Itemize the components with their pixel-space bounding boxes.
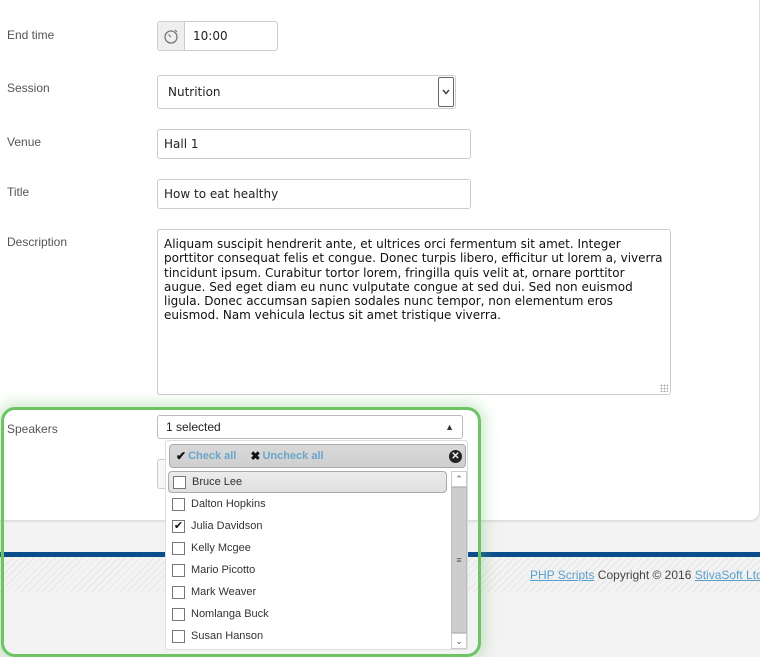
dropdown-header: ✔ Check all ✖ Uncheck all ✕	[169, 444, 466, 468]
description-textarea[interactable]: Aliquam suscipit hendrerit ante, et ultr…	[157, 229, 671, 395]
uncheck-all-label: Uncheck all	[262, 450, 324, 462]
checkbox[interactable]	[172, 585, 185, 599]
sort-arrows-icon: ▲︎	[445, 422, 454, 432]
speakers-options-list: Bruce Lee Dalton Hopkins ✔ Julia Davidson Ke…	[166, 471, 450, 647]
check-all-button[interactable]: ✔ Check all	[176, 449, 236, 463]
speaker-option[interactable]: Mario Picotto	[166, 559, 450, 581]
speaker-option[interactable]: ✔ Julia Davidson	[166, 515, 450, 537]
speaker-option[interactable]: Bruce Lee	[168, 471, 447, 493]
speaker-option-label: Dalton Hopkins	[191, 498, 266, 510]
checkbox[interactable]	[172, 541, 185, 555]
session-label: Session	[7, 81, 50, 95]
session-value: Nutrition	[168, 85, 221, 99]
check-all-label: Check all	[188, 450, 237, 462]
x-icon: ✖	[250, 449, 261, 463]
clock-icon[interactable]	[158, 22, 185, 50]
copyright-text: Copyright © 2016	[594, 568, 695, 582]
checkbox[interactable]	[172, 629, 185, 643]
footer: PHP Scripts Copyright © 2016 StivaSoft L…	[530, 568, 760, 582]
speaker-option[interactable]: Kelly Mcgee	[166, 537, 450, 559]
uncheck-all-button[interactable]: ✖ Uncheck all	[250, 449, 323, 463]
speaker-option-label: Mario Picotto	[191, 564, 256, 576]
description-label: Description	[7, 235, 68, 249]
speaker-option[interactable]: Nomlanga Buck	[166, 603, 450, 625]
checkbox[interactable]	[172, 563, 185, 577]
speaker-option[interactable]: Susan Hanson	[166, 625, 450, 647]
scroll-down-icon[interactable]: ⌄	[451, 633, 467, 649]
venue-input[interactable]: Hall 1	[157, 129, 471, 159]
venue-label: Venue	[7, 135, 42, 149]
speaker-option-label: Susan Hanson	[191, 630, 264, 642]
scroll-up-icon[interactable]: ⌃	[451, 471, 467, 487]
scroll-thumb[interactable]: ≡	[451, 487, 467, 633]
speaker-option-label: Julia Davidson	[191, 520, 263, 532]
speaker-option-label: Bruce Lee	[192, 476, 243, 488]
end-time-label: End time	[7, 28, 55, 42]
speaker-option-label: Nomlanga Buck	[191, 608, 269, 620]
checkbox[interactable]	[172, 497, 185, 511]
session-select[interactable]: Nutrition	[157, 75, 456, 109]
description-text: Aliquam suscipit hendrerit ante, et ultr…	[164, 237, 663, 323]
speakers-multiselect[interactable]: 1 selected ▲︎	[157, 415, 463, 439]
speaker-option[interactable]: Mark Weaver	[166, 581, 450, 603]
end-time-value[interactable]: 10:00	[185, 22, 228, 50]
title-input[interactable]: How to eat healthy	[157, 179, 471, 209]
scrollbar[interactable]: ⌃ ≡ ⌄	[451, 471, 467, 649]
resize-handle[interactable]	[660, 384, 668, 392]
speaker-option-label: Kelly Mcgee	[191, 542, 251, 554]
speaker-option[interactable]: Dalton Hopkins	[166, 493, 450, 515]
checkbox[interactable]: ✔	[172, 519, 185, 533]
title-label: Title	[7, 185, 30, 199]
close-icon[interactable]: ✕	[449, 450, 462, 463]
speakers-label: Speakers	[7, 422, 58, 436]
end-time-field[interactable]: 10:00	[157, 21, 278, 51]
speaker-option-label: Mark Weaver	[191, 586, 257, 598]
stivasoft-link[interactable]: StivaSoft Ltd	[695, 568, 760, 582]
checkbox[interactable]	[172, 607, 185, 621]
php-scripts-link[interactable]: PHP Scripts	[530, 568, 594, 582]
speakers-dropdown-menu: ✔ Check all ✖ Uncheck all ✕ Bruce Lee Dal…	[165, 440, 468, 650]
chevron-down-icon[interactable]	[438, 77, 454, 107]
speakers-summary: 1 selected	[166, 420, 221, 434]
checkbox[interactable]	[173, 475, 186, 489]
checkmark-icon: ✔	[176, 449, 187, 463]
